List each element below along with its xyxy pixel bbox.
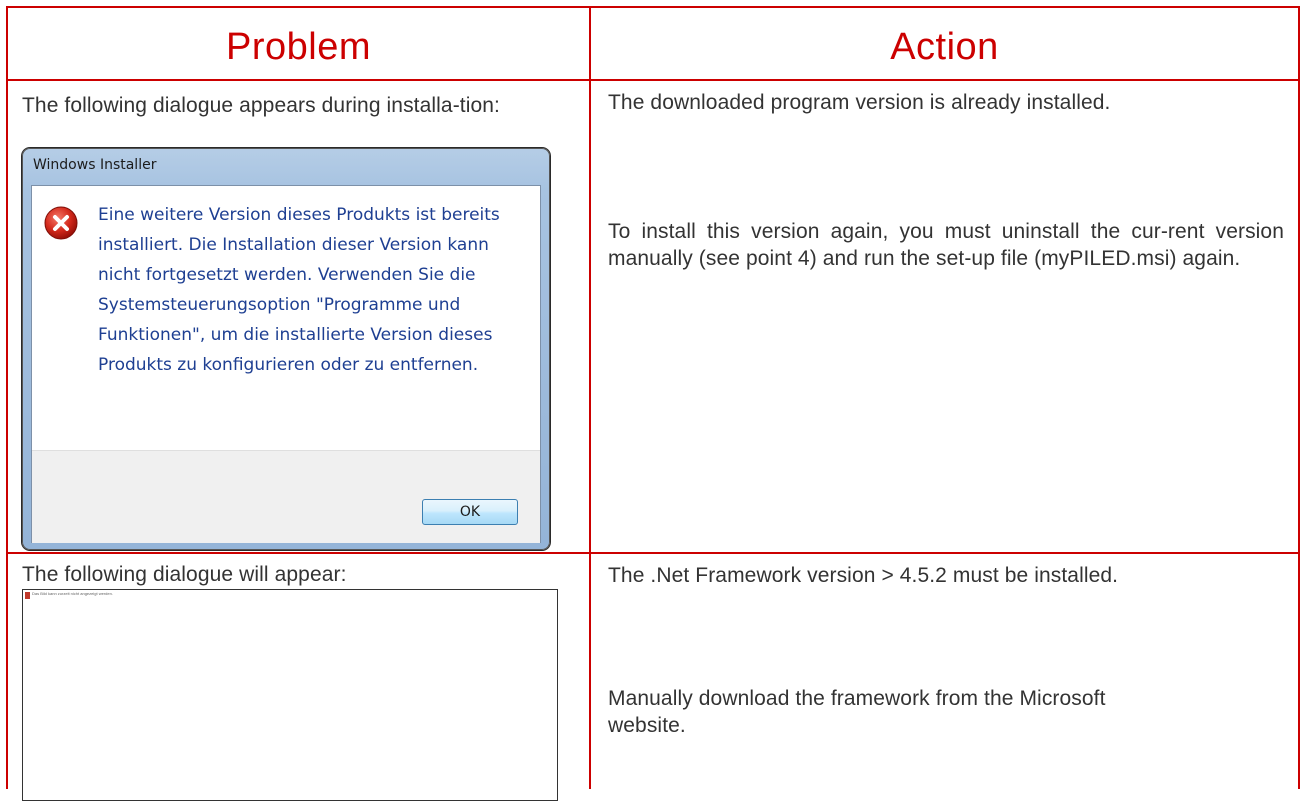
column-header-action-label: Action bbox=[890, 25, 999, 68]
dialog-button-bar: OK bbox=[32, 450, 540, 543]
table-row-divider bbox=[6, 552, 1300, 554]
dialog-title: Windows Installer bbox=[33, 157, 157, 173]
ok-button[interactable]: OK bbox=[422, 499, 518, 525]
windows-installer-dialog: Windows Installer Eine weitere Version d… bbox=[22, 148, 550, 550]
error-icon bbox=[44, 206, 78, 240]
table-column-divider bbox=[589, 6, 591, 789]
table-border-left bbox=[6, 6, 8, 789]
missing-image-caption: Das Bild kann zurzeit nicht angezeigt we… bbox=[32, 591, 113, 596]
column-header-problem-label: Problem bbox=[226, 25, 371, 68]
dialog-message-area: Eine weitere Version dieses Produkts ist… bbox=[32, 186, 540, 450]
row1-action-text-2: To install this version again, you must … bbox=[608, 220, 1284, 270]
table-border-top bbox=[6, 6, 1300, 8]
row1-action-text-1: The downloaded program version is alread… bbox=[608, 91, 1111, 114]
row2-action-text-1: The .Net Framework version > 4.5.2 must … bbox=[608, 564, 1119, 587]
broken-image-icon bbox=[25, 592, 30, 599]
row2-action-text-2: Manually download the framework from the… bbox=[608, 687, 1106, 737]
missing-image-dialog: Das Bild kann zurzeit nicht angezeigt we… bbox=[22, 589, 558, 801]
column-header-action: Action bbox=[591, 14, 1298, 80]
dialog-message: Eine weitere Version dieses Produkts ist… bbox=[98, 205, 500, 375]
table-border-right bbox=[1298, 6, 1300, 789]
column-header-problem: Problem bbox=[8, 14, 589, 80]
dialog-client-area: Eine weitere Version dieses Produkts ist… bbox=[31, 185, 541, 543]
row1-problem-text: The following dialogue appears during in… bbox=[22, 94, 500, 117]
row2-problem-text: The following dialogue will appear: bbox=[22, 563, 347, 586]
